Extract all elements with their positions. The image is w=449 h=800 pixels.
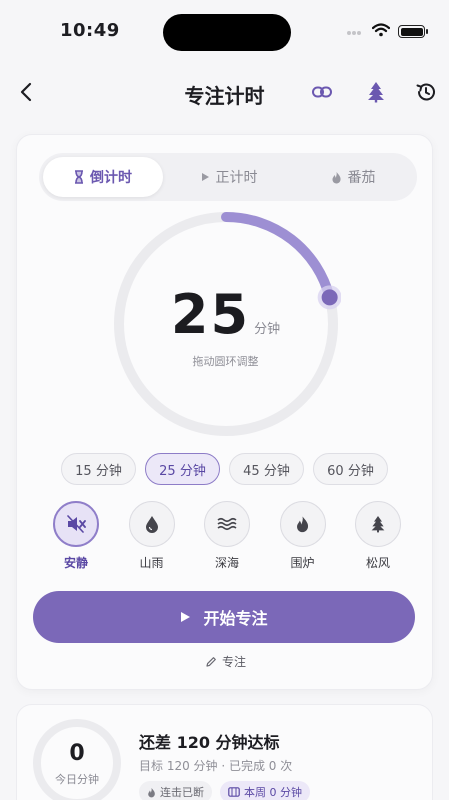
waves-icon (217, 517, 237, 531)
sound-rain-circle (128, 501, 175, 547)
tab-countup-label: 正计时 (215, 170, 258, 186)
nav-bar: 专注计时 (0, 70, 449, 114)
play-icon (201, 173, 209, 181)
weekly-chip: 本周 0 分钟 (220, 781, 310, 800)
focus-note-label: 专注 (221, 655, 246, 669)
timer-card: 倒计时 正计时 番茄 25 分钟 拖动圆环调整 15 分钟 25 分钟 45 分钟… (16, 134, 433, 690)
focus-note-link[interactable]: 专注 (17, 653, 434, 670)
minutes-unit: 分钟 (254, 322, 281, 337)
sound-pinewind-button[interactable]: 松风 (353, 501, 403, 571)
sound-sea-button[interactable]: 深海 (202, 501, 252, 571)
play-icon (181, 612, 191, 622)
stat-chips: 连击已断 本周 0 分钟 (139, 781, 310, 800)
sound-quiet-circle (53, 501, 99, 547)
dynamic-island (163, 14, 291, 51)
battery-icon (398, 25, 428, 38)
sound-fireside-button[interactable]: 围炉 (278, 501, 328, 571)
today-minutes-label: 今日分钟 (55, 773, 99, 786)
start-focus-label: 开始专注 (203, 609, 268, 628)
mode-segmented-control: 倒计时 正计时 番茄 (39, 153, 417, 201)
daily-summary-card: 0 今日分钟 还差 120 分钟达标 目标 120 分钟 · 已完成 0 次 连… (16, 704, 433, 800)
sound-pinewind-circle (355, 501, 401, 547)
calendar-grid-icon (228, 787, 240, 797)
preset-15-button[interactable]: 15 分钟 (61, 453, 136, 485)
ambient-sound-list: 安静 山雨 深海 围炉 松风 (51, 501, 403, 571)
sound-fireside-circle (279, 501, 326, 547)
preset-25-button[interactable]: 25 分钟 (145, 453, 220, 485)
tab-countdown[interactable]: 倒计时 (43, 157, 163, 197)
tab-countup[interactable]: 正计时 (169, 157, 289, 197)
raindrop-icon (145, 516, 158, 533)
tree-button[interactable] (362, 78, 390, 106)
sound-rain-label: 山雨 (139, 556, 164, 570)
weekly-chip-label: 本周 0 分钟 (244, 786, 302, 799)
tab-pomodoro-label: 番茄 (347, 170, 376, 186)
preset-list: 15 分钟 25 分钟 45 分钟 60 分钟 (61, 453, 388, 485)
streak-chip-label: 连击已断 (160, 786, 204, 799)
status-bar: 10:49 (0, 0, 449, 60)
sound-sea-label: 深海 (214, 556, 239, 570)
status-icons (346, 22, 428, 41)
sound-quiet-button[interactable]: 安静 (51, 501, 101, 571)
goal-title: 还差 120 分钟达标 (139, 733, 280, 752)
sound-fireside-label: 围炉 (290, 556, 315, 570)
today-minutes-value: 0 (69, 741, 85, 766)
history-icon (416, 83, 435, 101)
start-focus-button[interactable]: 开始专注 (33, 591, 415, 643)
preset-60-button[interactable]: 60 分钟 (313, 453, 388, 485)
streak-chip: 连击已断 (139, 781, 212, 800)
link-button[interactable] (308, 78, 336, 106)
flame-icon (332, 171, 341, 183)
signal-icon (346, 22, 364, 41)
flame-icon (297, 516, 309, 533)
time-display: 25 分钟 (17, 283, 434, 346)
pine-tree-icon (371, 516, 385, 533)
wifi-icon (371, 22, 391, 41)
tab-pomodoro[interactable]: 番茄 (293, 157, 413, 197)
tab-countdown-label: 倒计时 (90, 170, 132, 186)
sound-quiet-label: 安静 (63, 556, 88, 570)
status-time: 10:49 (60, 20, 120, 41)
goal-subtitle: 目标 120 分钟 · 已完成 0 次 (139, 759, 293, 773)
link-icon (312, 86, 332, 98)
sound-pinewind-label: 松风 (365, 556, 390, 570)
mute-speaker-icon (67, 515, 86, 533)
history-button[interactable] (412, 78, 440, 106)
minutes-value: 25 (170, 283, 251, 346)
preset-45-button[interactable]: 45 分钟 (229, 453, 304, 485)
pine-tree-icon (368, 82, 384, 103)
hourglass-icon (75, 170, 83, 184)
dial-hint: 拖动圆环调整 (192, 355, 259, 368)
sound-sea-circle (204, 501, 250, 547)
pencil-icon (206, 656, 216, 667)
sound-rain-button[interactable]: 山雨 (127, 501, 177, 571)
flame-icon (148, 787, 155, 797)
